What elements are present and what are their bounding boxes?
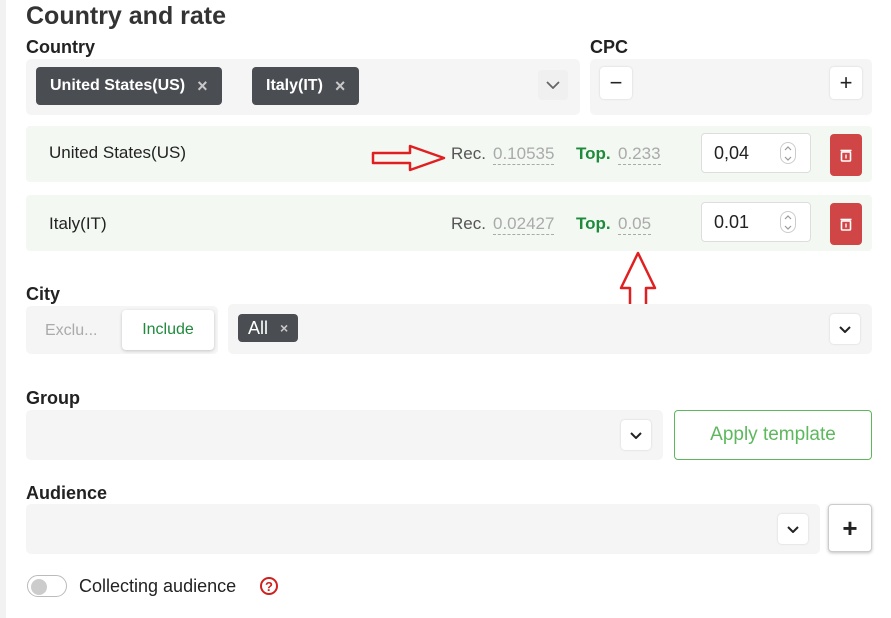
group-label: Group [26,388,80,408]
chip-remove-icon[interactable]: × [335,76,346,97]
apply-template-button[interactable]: Apply template [674,410,872,460]
top-value[interactable]: 0.05 [618,214,652,235]
group-dropdown-button[interactable] [621,420,651,450]
chevron-down-icon [839,325,851,333]
top-label: Top. [576,144,611,163]
audience-dropdown-button[interactable] [778,514,808,544]
chevron-down-icon [630,431,642,439]
bid-value: 0,04 [714,142,750,163]
country-chip-us: United States(US) × [36,67,222,105]
top-value[interactable]: 0.233 [618,144,661,165]
cpc-increase-button[interactable]: + [830,67,862,99]
city-label: City [26,284,61,304]
delete-row-button[interactable] [830,134,862,176]
country-select[interactable]: United States(US) × Italy(IT) × [26,59,580,115]
chip-label: All [248,317,269,338]
rec-value[interactable]: 0.10535 [493,144,555,165]
country-label: Country [26,37,95,57]
bid-value: 0.01 [714,211,750,232]
row-country-name: United States(US) [49,143,186,162]
collecting-audience-label: Collecting audience [79,576,237,596]
chevron-down-icon [546,81,560,89]
cpc-decrease-button[interactable]: − [600,67,632,99]
city-chip-all: All × [238,314,299,342]
rec-label: Rec. [451,144,486,163]
chevron-down-icon [787,525,799,533]
city-mode-toggle: Exclu... Include [26,306,218,354]
bid-input[interactable]: 0,04 [701,133,811,173]
trash-icon [840,149,852,162]
collecting-audience-toggle[interactable] [27,575,67,597]
left-edge [0,0,6,618]
cpc-label: CPC [590,37,629,57]
audience-select[interactable] [26,504,820,554]
help-icon[interactable]: ? [260,577,278,595]
top-label: Top. [576,214,611,233]
section-title: Country and rate [26,2,227,30]
toggle-knob [31,579,47,595]
chip-label: Italy(IT) [266,77,323,94]
audience-label: Audience [26,483,108,503]
spinner-icon[interactable] [780,142,796,164]
country-dropdown-button[interactable] [538,70,568,100]
city-dropdown-button[interactable] [830,314,860,344]
spinner-icon[interactable] [780,211,796,233]
rec-value[interactable]: 0.02427 [493,214,555,235]
chip-label: United States(US) [50,77,186,94]
country-rate-row-it: Italy(IT) Rec. 0.02427 Top. 0.05 0.01 [26,195,872,251]
cpc-stepper: − + [590,59,872,115]
include-option[interactable]: Include [122,310,214,350]
annotation-arrow-right-icon [371,144,446,172]
row-country-name: Italy(IT) [49,214,107,233]
rec-label: Rec. [451,214,486,233]
delete-row-button[interactable] [830,203,862,245]
group-select[interactable] [26,410,663,460]
city-select[interactable]: All × [228,304,872,354]
exclude-option[interactable]: Exclu... [45,322,97,340]
bid-input[interactable]: 0.01 [701,202,811,242]
add-audience-button[interactable]: + [828,504,872,552]
country-chip-it: Italy(IT) × [252,67,360,105]
chip-remove-icon[interactable]: × [197,76,208,97]
trash-icon [840,218,852,231]
chip-remove-icon[interactable]: × [280,320,288,336]
